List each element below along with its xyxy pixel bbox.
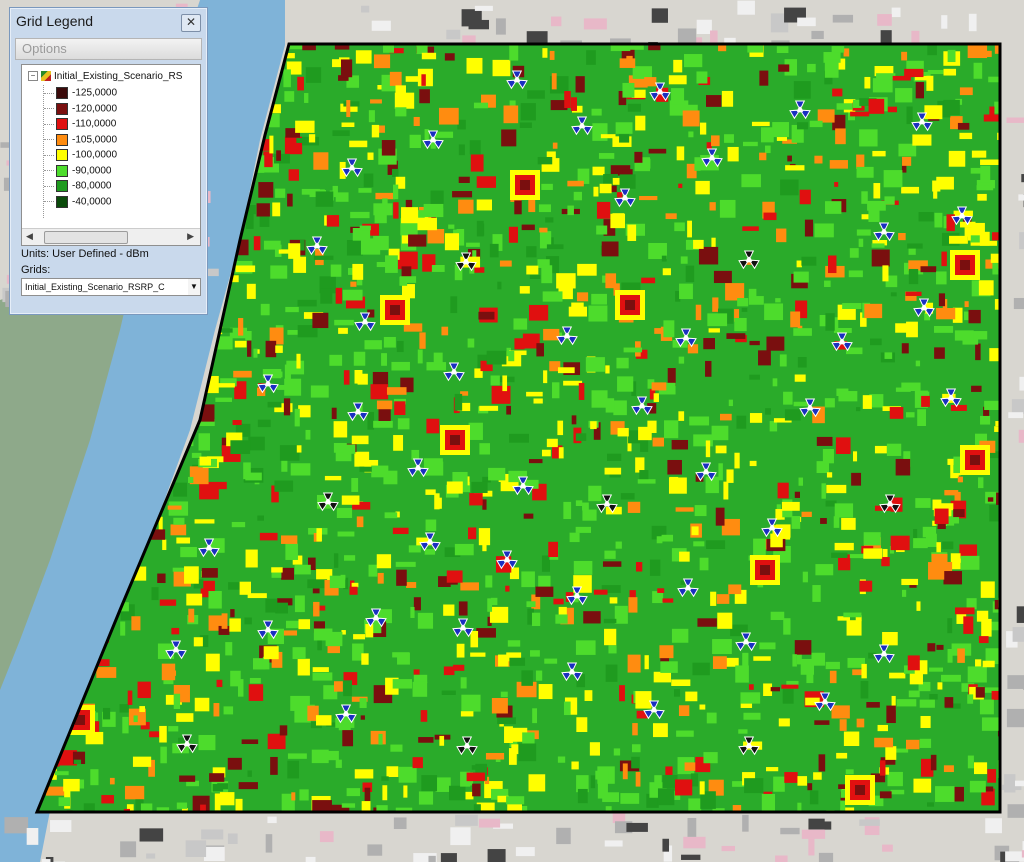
legend-swatch <box>56 195 68 208</box>
legend-swatch <box>56 180 68 192</box>
legend-swatch <box>56 164 68 177</box>
tree-tick <box>44 201 54 202</box>
tree-tick <box>44 92 54 94</box>
scroll-left-icon[interactable]: ◀ <box>26 231 33 242</box>
legend-value: -80,0000 <box>72 180 112 192</box>
horizontal-scrollbar[interactable]: ◀ ▶ <box>22 228 200 245</box>
legend-value: -40,0000 <box>72 196 112 208</box>
legend-swatch <box>56 87 68 99</box>
options-tab[interactable]: Options <box>15 38 202 60</box>
legend-item: -100,0000 <box>44 149 117 163</box>
units-label: Units: User Defined - dBm <box>21 248 149 260</box>
legend-layer[interactable]: − Initial_Existing_Scenario_RS <box>28 71 182 85</box>
close-icon[interactable]: ✕ <box>181 14 201 32</box>
legend-item: -80,0000 <box>44 180 111 194</box>
chevron-down-icon[interactable]: ▼ <box>188 279 200 295</box>
legend-swatch <box>56 102 68 115</box>
tree-tick <box>44 170 54 171</box>
grid-select-value: Initial_Existing_Scenario_RSRP_C <box>25 282 165 292</box>
tree-tick <box>44 154 54 156</box>
tree-tick <box>44 185 54 187</box>
legend-item: -40,0000 <box>44 195 112 210</box>
legend-swatch <box>56 149 68 161</box>
legend-item: -105,0000 <box>44 133 118 148</box>
legend-swatch <box>56 133 68 146</box>
grid-legend-window[interactable]: Grid Legend ✕ Options − Initial_Existing_… <box>9 7 208 315</box>
legend-value: -90,0000 <box>72 165 112 177</box>
layer-name: Initial_Existing_Scenario_RS <box>54 71 183 82</box>
scroll-thumb[interactable] <box>44 231 128 244</box>
tree-tick <box>44 123 54 125</box>
grid-layer-icon <box>41 71 51 82</box>
scroll-right-icon[interactable]: ▶ <box>187 231 194 242</box>
legend-value: -125,0000 <box>72 87 118 99</box>
legend-item: -120,0000 <box>44 102 118 117</box>
legend-value: -120,0000 <box>72 103 118 115</box>
legend-tree[interactable]: − Initial_Existing_Scenario_RS -125,0000 -… <box>21 64 201 246</box>
collapse-icon[interactable]: − <box>28 71 38 82</box>
tree-tick <box>44 139 54 140</box>
legend-value: -100,0000 <box>72 149 118 161</box>
legend-item: -125,0000 <box>44 87 117 101</box>
legend-value: -105,0000 <box>72 134 118 146</box>
legend-item: -90,0000 <box>44 164 112 179</box>
grids-label: Grids: <box>21 264 51 276</box>
legend-value: -110,0000 <box>72 118 117 130</box>
grid-select[interactable]: Initial_Existing_Scenario_RSRP_C ▼ <box>21 278 201 296</box>
legend-item: -110,0000 <box>44 118 116 132</box>
legend-title: Grid Legend <box>16 13 94 29</box>
tree-tick <box>44 108 54 109</box>
legend-swatch <box>56 118 68 130</box>
options-label: Options <box>22 41 67 56</box>
